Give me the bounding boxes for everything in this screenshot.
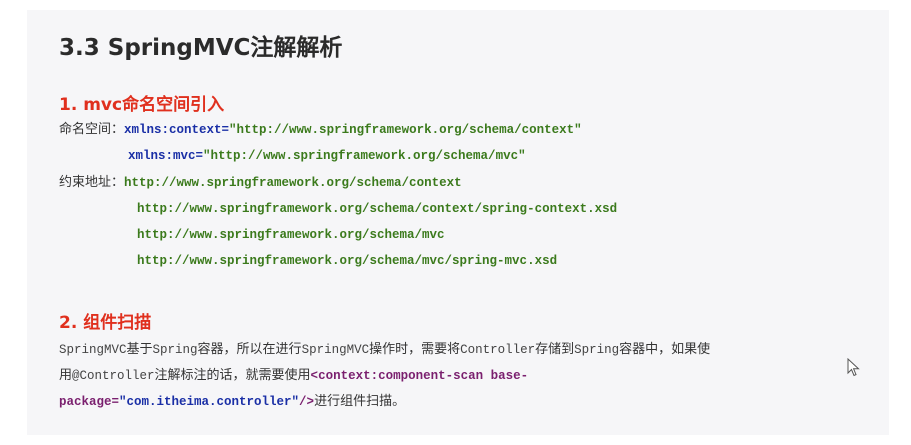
text-segment: 容器中，如果使 — [619, 342, 711, 357]
constraint-url: http://www.springframework.org/schema/mv… — [137, 228, 445, 242]
constraint-url: http://www.springframework.org/schema/co… — [124, 176, 462, 190]
namespace-row-context: 命名空间：xmlns:context="http://www.springfra… — [59, 122, 582, 138]
constraint-row-1: 约束地址：http://www.springframework.org/sche… — [59, 175, 462, 191]
text-springmvc: SpringMVC — [59, 343, 127, 357]
scan-paragraph-line-1: SpringMVC基于Spring容器，所以在进行SpringMVC操作时，需要… — [59, 342, 710, 358]
code-tag-close: /> — [299, 395, 315, 409]
constraint-row-3: http://www.springframework.org/schema/mv… — [137, 227, 445, 243]
scan-paragraph-line-3: package="com.itheima.controller"/>进行组件扫描… — [59, 394, 405, 410]
section-heading-namespace: 1. mvc命名空间引入 — [59, 95, 225, 115]
text-segment: 操作时，需要将 — [369, 342, 461, 357]
constraint-url: http://www.springframework.org/schema/co… — [137, 202, 618, 216]
text-segment: 容器，所以在进行 — [197, 342, 302, 357]
text-spring: Spring — [574, 343, 620, 357]
ns-mvc-attr: xmlns:mvc= — [128, 149, 204, 163]
text-controller-annotation: @Controller — [72, 369, 155, 383]
text-segment: 注解标注的话，就需要使用 — [154, 368, 311, 383]
code-component-scan: context:component-scan base- — [318, 369, 529, 383]
constraint-row-2: http://www.springframework.org/schema/co… — [137, 201, 617, 217]
mouse-pointer-icon — [847, 357, 861, 378]
ns-context-attr: xmlns:context= — [124, 123, 230, 137]
page-title: 3.3 SpringMVC注解解析 — [59, 35, 343, 61]
code-base-package-attr: package= — [59, 395, 120, 409]
text-segment: 基于 — [126, 342, 153, 357]
constraint-row-4: http://www.springframework.org/schema/mv… — [137, 253, 557, 269]
namespace-label: 命名空间： — [59, 122, 125, 137]
constraint-url: http://www.springframework.org/schema/mv… — [137, 254, 558, 268]
text-controller: Controller — [460, 343, 536, 357]
section-heading-scan: 2. 组件扫描 — [59, 313, 152, 333]
constraint-label: 约束地址： — [59, 175, 125, 190]
text-segment: 用 — [59, 368, 73, 383]
namespace-row-mvc: xmlns:mvc="http://www.springframework.or… — [128, 148, 526, 164]
text-segment: 进行组件扫描。 — [314, 394, 406, 409]
text-springmvc: SpringMVC — [301, 343, 370, 357]
text-segment: 存储到 — [535, 342, 575, 357]
text-spring: Spring — [152, 343, 198, 357]
ns-context-value: "http://www.springframework.org/schema/c… — [229, 123, 582, 137]
slide-content: 3.3 SpringMVC注解解析 1. mvc命名空间引入 命名空间：xmln… — [27, 10, 889, 435]
ns-mvc-value: "http://www.springframework.org/schema/m… — [203, 149, 526, 163]
code-base-package-value: "com.itheima.controller" — [119, 395, 300, 409]
code-tag-open: < — [310, 369, 319, 383]
scan-paragraph-line-2: 用@Controller注解标注的话，就需要使用<context:compone… — [59, 368, 528, 384]
